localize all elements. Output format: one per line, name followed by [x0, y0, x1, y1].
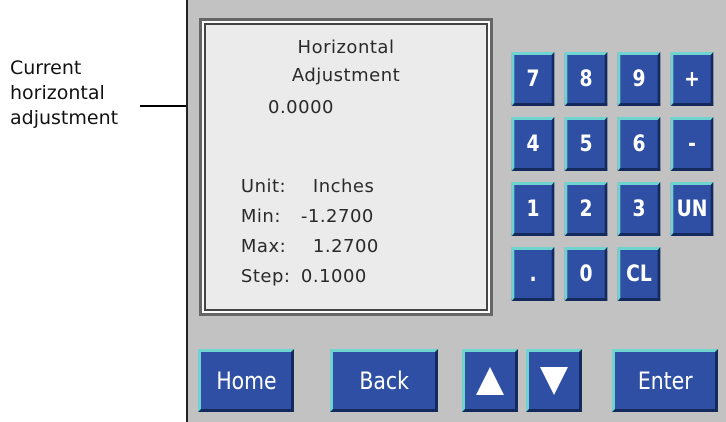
arrow-down-icon — [540, 366, 568, 395]
key-9[interactable]: 9 — [617, 52, 661, 106]
key-4[interactable]: 4 — [511, 117, 555, 171]
arrow-up-icon — [476, 366, 504, 395]
step-value: 0.1000 — [300, 266, 367, 287]
display-title-line1: Horizontal — [297, 37, 395, 58]
home-button-label: Home — [215, 366, 277, 395]
key-6[interactable]: 6 — [617, 117, 661, 171]
step-row: Step: 0.1000 — [216, 245, 367, 308]
callout-label: Current horizontal adjustment — [10, 57, 119, 129]
enter-button[interactable]: Enter — [612, 349, 718, 412]
key-plus[interactable]: + — [670, 52, 714, 106]
back-button-label: Back — [359, 366, 409, 395]
key-8[interactable]: 8 — [564, 52, 608, 106]
key-2[interactable]: 2 — [564, 182, 608, 236]
key-clear[interactable]: CL — [617, 247, 661, 301]
key-7[interactable]: 7 — [511, 52, 555, 106]
key-decimal[interactable]: . — [511, 247, 555, 301]
key-1[interactable]: 1 — [511, 182, 555, 236]
key-units[interactable]: UN — [670, 182, 714, 236]
key-3[interactable]: 3 — [617, 182, 661, 236]
back-button[interactable]: Back — [330, 349, 438, 412]
display-title-line2: Adjustment — [291, 65, 401, 86]
scroll-down-button[interactable] — [526, 349, 582, 412]
enter-button-label: Enter — [637, 366, 693, 395]
step-label: Step: — [240, 266, 291, 287]
key-minus[interactable]: - — [670, 117, 714, 171]
key-5[interactable]: 5 — [564, 117, 608, 171]
scroll-up-button[interactable] — [462, 349, 518, 412]
adjustment-value: 0.0000 — [268, 97, 334, 118]
adjustment-display: Horizontal Adjustment 0.0000 Unit: Inches… — [199, 18, 493, 316]
key-0[interactable]: 0 — [564, 247, 608, 301]
home-button[interactable]: Home — [198, 349, 294, 412]
